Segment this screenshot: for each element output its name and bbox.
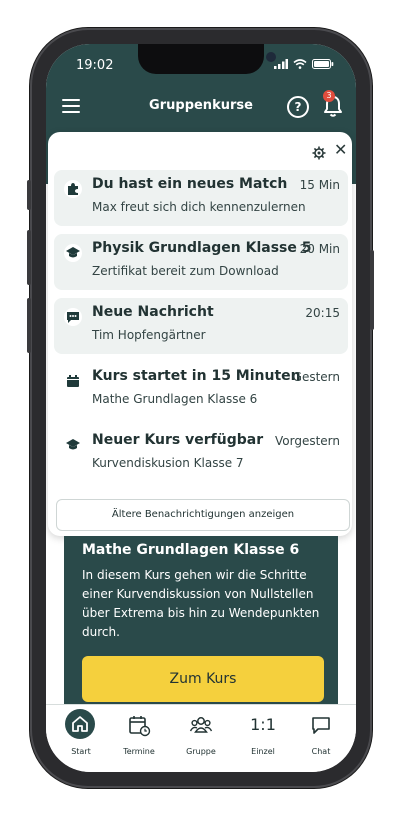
- tab-gruppe[interactable]: Gruppe: [176, 709, 226, 765]
- course-title: Mathe Grundlagen Klasse 6: [82, 542, 300, 558]
- app-bar: Gruppenkurse ? 3: [46, 88, 356, 124]
- go-to-course-button[interactable]: Zum Kurs: [82, 656, 324, 702]
- group-icon: [189, 717, 213, 733]
- phone-power-button: [370, 250, 374, 330]
- calendar-icon: [64, 372, 82, 390]
- status-icons: [274, 59, 334, 69]
- tab-termine[interactable]: Termine: [114, 709, 164, 765]
- phone-silent-switch: [27, 180, 31, 210]
- notch: [138, 44, 276, 74]
- graduation-cap-icon: [64, 244, 82, 262]
- chat-icon: [312, 717, 330, 734]
- screen: 19:02 Gruppenkurse ? 3 ✕ Du hast ein neu…: [46, 44, 356, 772]
- status-time: 19:02: [76, 58, 114, 73]
- help-icon[interactable]: ?: [287, 96, 309, 118]
- settings-icon[interactable]: [312, 146, 326, 160]
- tab-start[interactable]: Start: [56, 709, 106, 765]
- tab-chat[interactable]: Chat: [296, 709, 346, 765]
- page-title: Gruppenkurse: [149, 98, 253, 113]
- notification-item[interactable]: Kurs startet in 15 Minuten Mathe Grundla…: [54, 362, 348, 418]
- one-to-one-icon: 1:1: [250, 715, 276, 734]
- puzzle-icon: [64, 180, 82, 198]
- notification-badge: 3: [323, 90, 335, 102]
- phone-volume-up: [27, 230, 31, 285]
- notification-item[interactable]: Neuer Kurs verfügbar Kurvendiskusion Kla…: [54, 426, 348, 482]
- wifi-icon: [293, 59, 307, 69]
- calendar-icon: [129, 716, 151, 737]
- close-icon[interactable]: ✕: [334, 140, 347, 159]
- phone-volume-down: [27, 298, 31, 353]
- notification-panel: ✕ Du hast ein neues Match Max freut sich…: [48, 132, 352, 536]
- bottom-tab-bar: Start Termine Gruppe 1:1 Einzel Chat: [46, 704, 356, 772]
- battery-icon: [312, 59, 334, 69]
- notification-item[interactable]: Neue Nachricht Tim Hopfengärtner 20:15: [54, 298, 348, 354]
- notification-item[interactable]: Physik Grundlagen Klasse 5 Zertifikat be…: [54, 234, 348, 290]
- message-icon: [64, 308, 82, 326]
- course-description: In diesem Kurs gehen wir die Schritte ei…: [82, 568, 320, 639]
- notification-item[interactable]: Du hast ein neues Match Max freut sich d…: [54, 170, 348, 226]
- older-notifications-button[interactable]: Ältere Benachrichtigungen anzeigen: [56, 499, 350, 531]
- signal-icon: [274, 59, 288, 69]
- graduation-cap-icon: [64, 436, 82, 454]
- home-icon: [72, 716, 88, 732]
- tab-einzel[interactable]: 1:1 Einzel: [238, 709, 288, 765]
